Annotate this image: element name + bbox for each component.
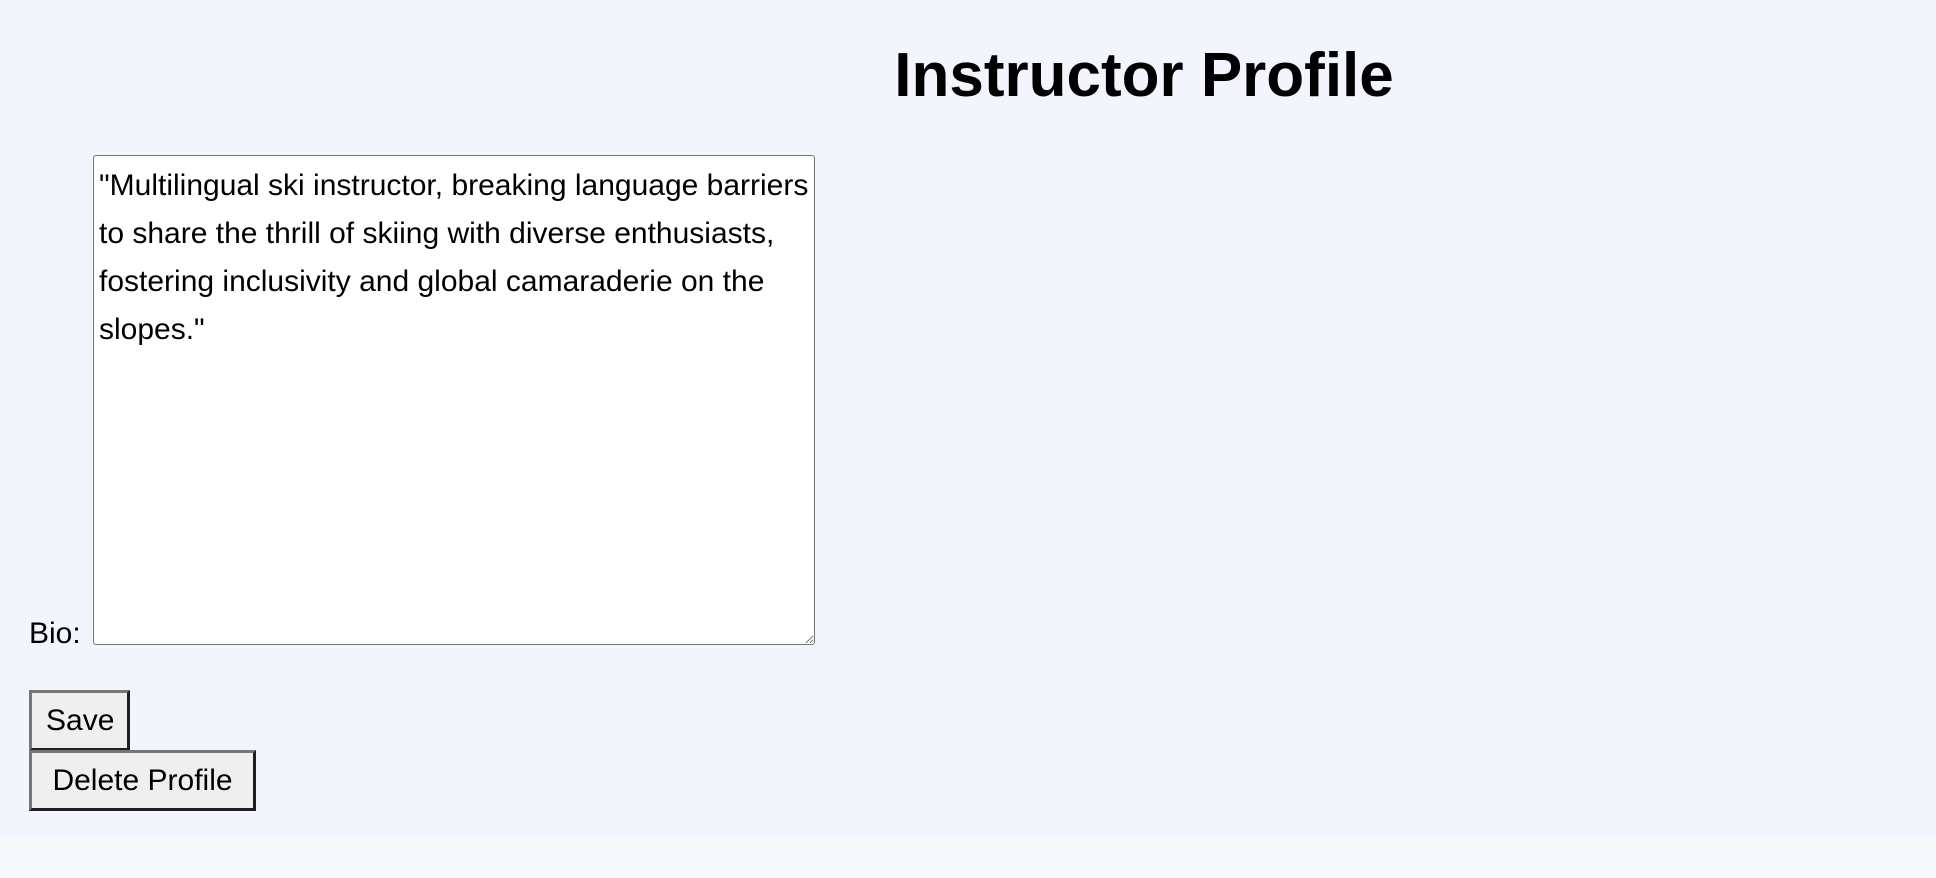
page-container: Instructor Profile Bio: Save Delete Prof… [0, 0, 1936, 838]
save-button[interactable]: Save [29, 690, 130, 751]
bio-textarea[interactable] [93, 155, 815, 645]
page-title: Instructor Profile [894, 41, 1394, 110]
bio-label: Bio: [29, 617, 81, 650]
delete-profile-button[interactable]: Delete Profile [29, 750, 256, 811]
